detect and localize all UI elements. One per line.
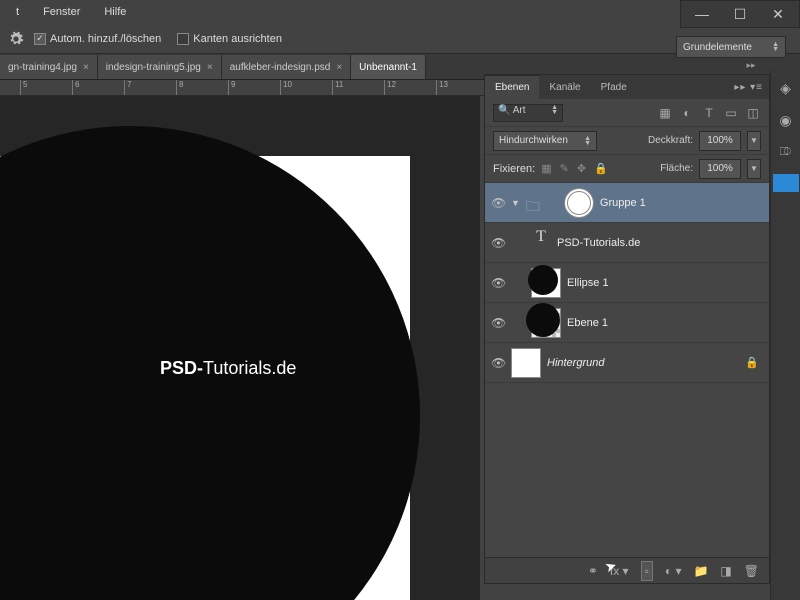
filter-type-dropdown[interactable]: 🔍 Art ▲▼: [493, 104, 563, 122]
layer-row[interactable]: 👁 T PSD-Tutorials.de: [485, 223, 769, 263]
delete-layer-icon[interactable]: 🗑: [744, 564, 759, 578]
fill-label: Fläche:: [660, 163, 693, 174]
document-tab[interactable]: indesign-training5.jpg×: [98, 55, 222, 79]
auto-add-delete-checkbox[interactable]: ✓: [34, 33, 46, 45]
align-edges-checkbox[interactable]: [177, 33, 189, 45]
filter-type-icon[interactable]: T: [701, 105, 717, 121]
close-icon[interactable]: ×: [83, 62, 89, 73]
close-icon[interactable]: ×: [207, 62, 213, 73]
layer-row-group[interactable]: 👁 ▼ 🗀 Gruppe 1: [485, 183, 769, 223]
lock-icon: 🔒: [745, 356, 763, 369]
opacity-field[interactable]: 100%: [699, 131, 741, 151]
channels-panel-icon[interactable]: ◉: [776, 110, 796, 130]
filter-smart-icon[interactable]: ◫: [745, 105, 761, 121]
align-edges-label: Kanten ausrichten: [193, 33, 282, 45]
tab-channels[interactable]: Kanäle: [539, 75, 590, 99]
fill-flyout[interactable]: ▼: [747, 159, 761, 179]
layers-panel-icon[interactable]: ◈: [776, 78, 796, 98]
document-tab[interactable]: gn-training4.jpg×: [0, 55, 98, 79]
layer-name[interactable]: Ebene 1: [567, 317, 608, 329]
layer-row[interactable]: 👁 Hintergrund 🔒: [485, 343, 769, 383]
folder-icon: 🗀: [526, 196, 542, 210]
layer-fx-icon[interactable]: fx ▾: [610, 564, 629, 578]
visibility-toggle[interactable]: 👁: [491, 356, 505, 370]
add-mask-icon[interactable]: ▫: [641, 561, 653, 581]
visibility-toggle[interactable]: 👁: [491, 276, 505, 290]
layer-name[interactable]: Ellipse 1: [567, 277, 609, 289]
lock-fill-row: Fixieren: ▦ ✎ ✥ 🔒 Fläche: 100% ▼: [485, 155, 769, 183]
filter-shape-icon[interactable]: ▭: [723, 105, 739, 121]
auto-add-delete-label: Autom. hinzuf./löschen: [50, 33, 161, 45]
opacity-flyout[interactable]: ▼: [747, 131, 761, 151]
maximize-button[interactable]: ☐: [727, 5, 753, 23]
blend-opacity-row: Hindurchwirken▲▼ Deckkraft: 100% ▼: [485, 127, 769, 155]
document-tab[interactable]: aufkleber-indesign.psd×: [222, 55, 351, 79]
lock-position-icon[interactable]: ✥: [577, 162, 586, 175]
shape-preset-dropdown[interactable]: Grundelemente ▲▼: [676, 36, 786, 58]
preset-label: Grundelemente: [683, 42, 752, 53]
layers-list: 👁 ▼ 🗀 Gruppe 1 👁 T PSD-Tutorials.de 👁 El…: [485, 183, 769, 557]
layers-panel: Ebenen Kanäle Pfade ▸▸ ▾≡ 🔍 Art ▲▼ ▦ ◐ T…: [484, 74, 770, 584]
close-icon[interactable]: ×: [336, 62, 342, 73]
layer-row[interactable]: 👁 Ebene 1: [485, 303, 769, 343]
panel-tab-bar: Ebenen Kanäle Pfade ▸▸ ▾≡: [485, 75, 769, 99]
tab-layers[interactable]: Ebenen: [485, 75, 539, 99]
logo-text: PSD-Tutorials.de: [160, 358, 296, 379]
adjustment-layer-icon[interactable]: ◐ ▾: [665, 564, 682, 578]
paths-panel-icon[interactable]: ⎄: [776, 142, 796, 162]
layer-filter-row: 🔍 Art ▲▼ ▦ ◐ T ▭ ◫: [485, 99, 769, 127]
layer-name[interactable]: Hintergrund: [547, 357, 604, 369]
opacity-label: Deckkraft:: [648, 135, 693, 146]
document-tab-active[interactable]: Unbenannt-1: [351, 55, 426, 79]
menu-item[interactable]: Fenster: [31, 6, 92, 18]
new-layer-icon[interactable]: ◨: [720, 564, 731, 578]
lock-all-icon[interactable]: 🔒: [594, 162, 608, 175]
canvas-area[interactable]: PSD-Tutorials.de: [0, 96, 480, 600]
gear-icon[interactable]: [8, 31, 24, 47]
window-controls: — ☐ ✕: [680, 0, 800, 28]
lock-label: Fixieren:: [493, 163, 535, 175]
panel-collapse-arrows[interactable]: ▸▸: [734, 58, 768, 72]
text-layer-icon: T: [531, 228, 551, 258]
panel-menu-icon[interactable]: ▸▸ ▾≡: [728, 82, 769, 93]
panel-spacer[interactable]: [773, 174, 799, 192]
visibility-toggle[interactable]: 👁: [491, 236, 505, 250]
layers-panel-footer: ⚭ fx ▾ ▫ ◐ ▾ 📁 ◨ 🗑: [485, 557, 769, 583]
panel-dock: ◈ ◉ ⎄: [770, 70, 800, 600]
blend-mode-dropdown[interactable]: Hindurchwirken▲▼: [493, 131, 597, 151]
new-group-icon[interactable]: 📁: [693, 564, 708, 578]
filter-pixel-icon[interactable]: ▦: [657, 105, 673, 121]
layer-name[interactable]: Gruppe 1: [600, 197, 646, 209]
layer-row[interactable]: 👁 Ellipse 1: [485, 263, 769, 303]
layer-thumb[interactable]: [531, 268, 561, 298]
chevron-updown-icon: ▲▼: [772, 42, 779, 52]
tab-paths[interactable]: Pfade: [591, 75, 637, 99]
visibility-toggle[interactable]: 👁: [491, 316, 505, 330]
fill-field[interactable]: 100%: [699, 159, 741, 179]
lock-transparency-icon[interactable]: ▦: [541, 162, 551, 175]
filter-adjust-icon[interactable]: ◐: [679, 105, 695, 121]
layer-name[interactable]: PSD-Tutorials.de: [557, 237, 640, 249]
link-layers-icon[interactable]: ⚭: [588, 564, 598, 578]
lock-pixels-icon[interactable]: ✎: [560, 162, 569, 175]
chevron-down-icon[interactable]: ▼: [511, 198, 520, 208]
close-button[interactable]: ✕: [765, 5, 791, 23]
menu-item[interactable]: Hilfe: [92, 6, 138, 18]
menu-item[interactable]: t: [4, 6, 31, 18]
layer-thumb[interactable]: [531, 308, 561, 338]
visibility-toggle[interactable]: 👁: [491, 196, 505, 210]
minimize-button[interactable]: —: [689, 5, 715, 23]
mask-thumb[interactable]: [564, 188, 594, 218]
layer-thumb[interactable]: [511, 348, 541, 378]
